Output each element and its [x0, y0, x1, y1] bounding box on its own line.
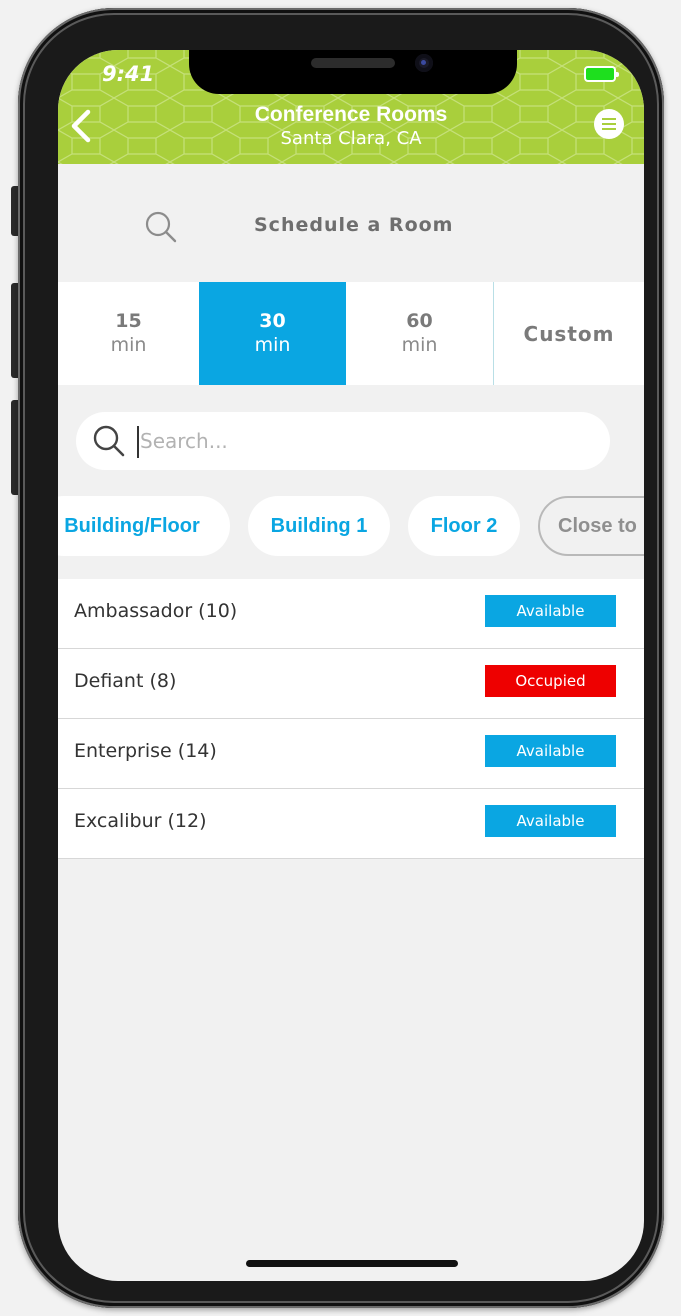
page-subtitle: Santa Clara, CA: [280, 128, 422, 149]
status-badge: Available: [485, 735, 616, 767]
tab-value: 15: [115, 310, 142, 332]
schedule-room-label: Schedule a Room: [254, 214, 454, 236]
tab-value: Custom: [523, 322, 615, 346]
room-list: Ambassador (10) Available Defiant (8) Oc…: [58, 579, 644, 859]
phone-screen: 9:41 Conference Rooms Santa Clara, CA Sc…: [58, 50, 644, 1281]
search-bar[interactable]: [76, 412, 610, 470]
chip-building-1[interactable]: Building 1: [248, 496, 390, 556]
front-camera: [415, 54, 433, 72]
status-time: 9:41: [102, 62, 155, 86]
list-item[interactable]: Enterprise (14) Available: [58, 719, 644, 789]
status-badge: Occupied: [485, 665, 616, 697]
app-header: 9:41 Conference Rooms Santa Clara, CA: [58, 50, 644, 164]
list-item[interactable]: Defiant (8) Occupied: [58, 649, 644, 719]
chip-close-to[interactable]: Close to: [538, 496, 644, 556]
tab-unit: min: [254, 334, 291, 356]
schedule-room-row[interactable]: Schedule a Room: [58, 164, 644, 282]
status-badge: Available: [485, 595, 616, 627]
search-input[interactable]: [140, 422, 580, 460]
tab-30-min[interactable]: 30 min: [199, 282, 346, 385]
text-caret: [137, 426, 139, 458]
room-name: Ambassador (10): [74, 600, 238, 622]
list-item[interactable]: Ambassador (10) Available: [58, 579, 644, 649]
battery-icon: [584, 66, 619, 82]
tab-value: 60: [406, 310, 433, 332]
tab-unit: min: [110, 334, 147, 356]
tab-15-min[interactable]: 15 min: [58, 282, 199, 385]
tab-unit: min: [401, 334, 438, 356]
chip-building-floor[interactable]: Building/Floor: [58, 496, 230, 556]
page-title: Conference Rooms: [254, 103, 448, 126]
tab-custom[interactable]: Custom: [494, 282, 644, 385]
speaker-grille: [311, 58, 395, 68]
search-icon: [93, 425, 125, 457]
duration-tabs: 15 min 30 min 60 min Custom: [58, 282, 644, 385]
menu-button[interactable]: [594, 109, 624, 139]
status-badge: Available: [485, 805, 616, 837]
tab-60-min[interactable]: 60 min: [346, 282, 493, 385]
filter-chips: Building/Floor Building 1 Floor 2 Close …: [58, 496, 644, 556]
room-name: Enterprise (14): [74, 740, 217, 762]
chip-floor-2[interactable]: Floor 2: [408, 496, 520, 556]
tab-value: 30: [259, 310, 286, 332]
home-indicator[interactable]: [246, 1260, 458, 1267]
list-item[interactable]: Excalibur (12) Available: [58, 789, 644, 859]
room-name: Excalibur (12): [74, 810, 207, 832]
notch: [189, 50, 517, 94]
search-icon: [145, 211, 177, 243]
room-name: Defiant (8): [74, 670, 177, 692]
